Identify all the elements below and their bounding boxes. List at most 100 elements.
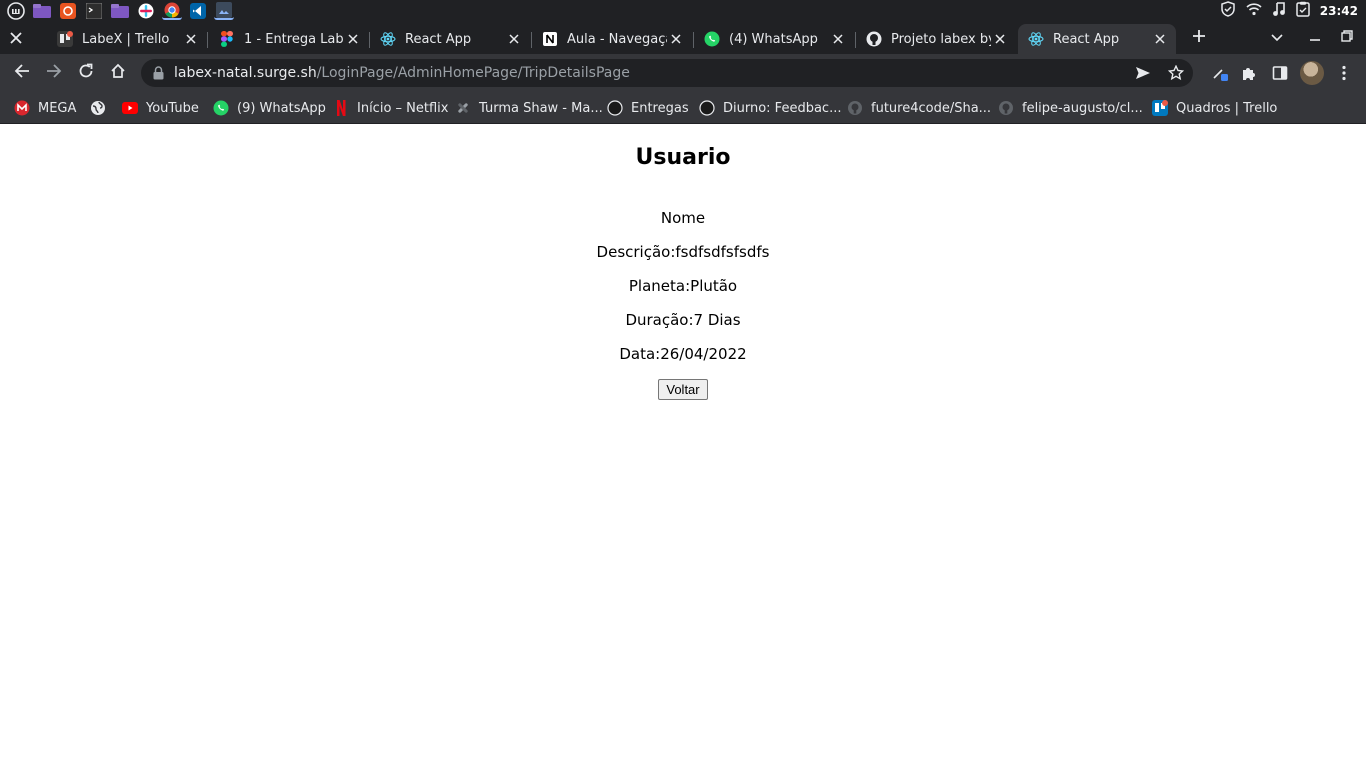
avatar[interactable] [1300, 61, 1324, 85]
bookmark-diurno-feedback[interactable]: Diurno: Feedbac... [699, 98, 841, 118]
bookmark-netflix[interactable]: Início – Netflix [333, 98, 448, 118]
bookmark-turma-shaw[interactable]: Turma Shaw - Ma... [455, 98, 603, 118]
url-text[interactable]: labex-natal.surge.sh/LoginPage/AdminHome… [174, 65, 630, 81]
folder-icon[interactable] [110, 2, 130, 20]
bookmark-mega[interactable]: MEGA [14, 98, 76, 118]
tab-title: Aula - Navegação [567, 31, 667, 47]
side-panel-icon[interactable] [1266, 59, 1294, 87]
bookmark-label: Diurno: Feedbac... [723, 100, 842, 116]
new-tab-button[interactable] [1186, 26, 1212, 50]
browser-tab-strip: LabeX | Trello 1 - Entrega LabeX React A… [0, 22, 1366, 54]
chevron-down-icon [1271, 31, 1283, 46]
bookmark-youtube[interactable]: YouTube [122, 98, 199, 118]
ubuntu-software-icon[interactable] [58, 2, 78, 20]
wifi-icon[interactable] [1246, 2, 1262, 20]
bookmark-future4code[interactable]: future4code/Sha... [847, 98, 991, 118]
tab-title: React App [405, 31, 472, 47]
bookmark-globe[interactable] [90, 98, 106, 118]
bookmark-whatsapp[interactable]: (9) WhatsApp [213, 98, 326, 118]
slack-launcher-icon[interactable] [136, 2, 156, 20]
trip-date: Data:26/04/2022 [619, 345, 747, 363]
bookmark-label: future4code/Sha... [871, 100, 992, 116]
close-icon[interactable] [830, 31, 846, 47]
puzzle-icon[interactable] [1234, 59, 1262, 87]
youtube-icon [122, 100, 138, 116]
arrow-left-icon [14, 63, 30, 83]
plus-icon [1192, 29, 1206, 47]
mega-icon [14, 100, 30, 116]
figma-icon [219, 31, 235, 47]
notion-icon [607, 100, 623, 116]
system-tray: 23:42 [1220, 0, 1366, 22]
bookmark-quadros-trello[interactable]: Quadros | Trello [1152, 98, 1277, 118]
notion-icon [542, 31, 558, 47]
back-button[interactable] [8, 59, 36, 87]
close-icon[interactable] [1152, 31, 1168, 47]
trello-icon [57, 31, 73, 47]
close-icon[interactable] [183, 31, 199, 47]
bookmark-label: Turma Shaw - Ma... [479, 100, 603, 116]
browser-toolbar: labex-natal.surge.sh/LoginPage/AdminHome… [0, 54, 1366, 92]
url-path: /LoginPage/AdminHomePage/TripDetailsPage [316, 65, 630, 81]
page-title: Usuario [635, 145, 731, 170]
address-bar[interactable]: labex-natal.surge.sh/LoginPage/AdminHome… [141, 59, 1193, 87]
tab-search-button[interactable] [1264, 26, 1290, 50]
close-icon[interactable] [668, 31, 684, 47]
minimize-button[interactable] [1302, 26, 1328, 50]
bookmark-label: (9) WhatsApp [237, 100, 326, 116]
mint-menu-icon[interactable] [6, 2, 26, 20]
notion-icon [699, 100, 715, 116]
close-icon[interactable] [6, 28, 26, 48]
image-viewer-launcher-icon[interactable] [214, 2, 234, 20]
tab-entrega-labex[interactable]: 1 - Entrega LabeX [209, 24, 369, 54]
clipboard-icon[interactable] [1296, 1, 1310, 21]
reload-button[interactable] [72, 59, 100, 87]
tab-react-app[interactable]: React App [370, 24, 530, 54]
shield-icon[interactable] [1220, 1, 1236, 21]
react-icon [380, 31, 396, 47]
extension-eyedropper-icon[interactable] [1206, 59, 1234, 87]
send-icon[interactable] [1131, 61, 1155, 85]
chrome-launcher-icon[interactable] [162, 2, 182, 20]
vscode-launcher-icon[interactable] [188, 2, 208, 20]
tab-react-app-active[interactable]: React App [1018, 24, 1176, 54]
lock-icon[interactable] [153, 66, 165, 80]
trip-name: Nome [660, 209, 706, 227]
home-icon [110, 63, 126, 83]
star-icon[interactable] [1164, 61, 1188, 85]
clock[interactable]: 23:42 [1320, 4, 1358, 18]
github-icon [866, 31, 882, 47]
arrow-right-icon [46, 63, 62, 83]
whatsapp-icon [704, 31, 720, 47]
tab-separator [207, 32, 208, 48]
voltar-button[interactable]: Voltar [658, 379, 708, 400]
tab-aula-navegacao[interactable]: Aula - Navegação [532, 24, 692, 54]
slack-icon [455, 100, 471, 116]
globe-icon [90, 100, 106, 116]
home-button[interactable] [104, 59, 132, 87]
whatsapp-icon [213, 100, 229, 116]
kebab-menu-icon[interactable] [1330, 59, 1358, 87]
url-host: labex-natal.surge.sh [174, 65, 317, 81]
tab-title: LabeX | Trello [82, 31, 170, 47]
trip-planet: Planeta:Plutão [628, 277, 738, 295]
close-icon[interactable] [345, 31, 361, 47]
music-note-icon[interactable] [1272, 1, 1286, 21]
forward-button[interactable] [40, 59, 68, 87]
tab-whatsapp[interactable]: (4) WhatsApp [694, 24, 854, 54]
tab-title: Projeto labex by [891, 31, 991, 47]
bookmarks-bar: MEGA YouTube (9) WhatsApp Início – Netfl… [0, 92, 1366, 124]
tab-title: 1 - Entrega LabeX [244, 31, 344, 47]
bookmark-label: Início – Netflix [357, 100, 449, 116]
react-icon [1028, 31, 1044, 47]
tab-projeto-labex[interactable]: Projeto labex by [856, 24, 1016, 54]
close-icon[interactable] [992, 31, 1008, 47]
tab-labex-trello[interactable]: LabeX | Trello [47, 24, 207, 54]
bookmark-felipe-augusto[interactable]: felipe-augusto/cl... [998, 98, 1143, 118]
trello-icon [1152, 100, 1168, 116]
terminal-icon[interactable] [84, 2, 104, 20]
bookmark-entregas[interactable]: Entregas [607, 98, 689, 118]
files-launcher-icon[interactable] [32, 2, 52, 20]
maximize-button[interactable] [1334, 26, 1360, 50]
close-icon[interactable] [506, 31, 522, 47]
